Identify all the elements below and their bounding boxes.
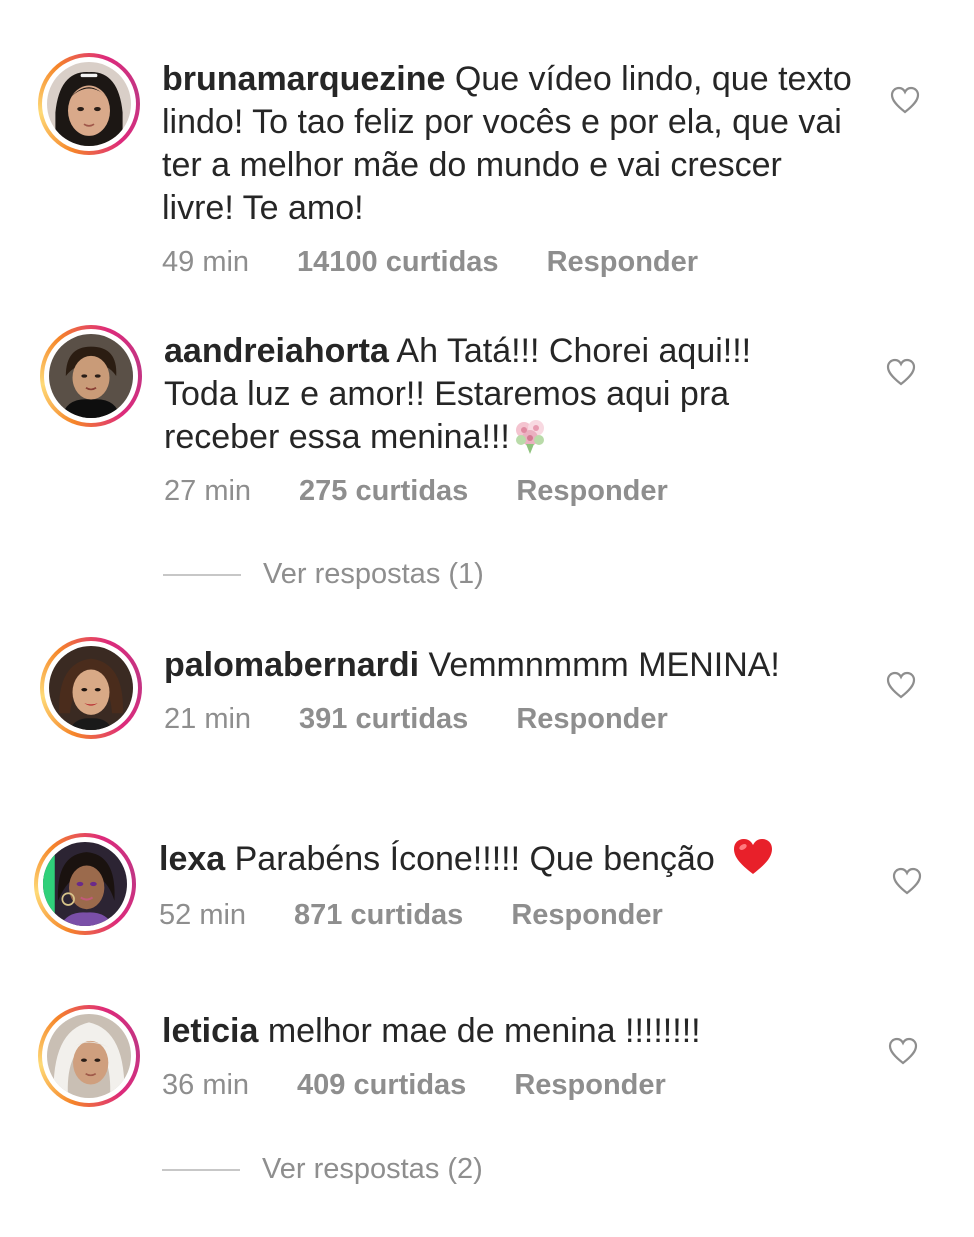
avatar — [49, 646, 133, 730]
comment-likes[interactable]: 391 curtidas — [299, 703, 468, 736]
comment-likes[interactable]: 275 curtidas — [299, 475, 468, 508]
comment-meta: 49 min 14100 curtidas Responder — [162, 246, 698, 279]
comment-body: Vemmnmmm MENINA! — [419, 646, 780, 684]
comment-text: palomabernardi Vemmnmmm MENINA! — [164, 644, 864, 687]
reply-button[interactable]: Responder — [516, 703, 667, 736]
avatar — [47, 1014, 131, 1098]
avatar-story-ring[interactable] — [40, 637, 142, 739]
view-replies-divider — [163, 573, 241, 576]
comment-likes[interactable]: 14100 curtidas — [297, 246, 499, 279]
comment-time: 36 min — [162, 1069, 250, 1101]
comment-body: melhor mae de menina !!!!!!!! — [258, 1012, 701, 1050]
view-replies-label: Ver respostas (1) — [263, 558, 484, 590]
heart-outline-icon[interactable] — [890, 86, 920, 114]
comment-text: aandreiahorta Ah Tatá!!! Chorei aqui!!! … — [164, 330, 824, 459]
avatar-story-ring[interactable] — [38, 53, 140, 155]
heart-outline-icon[interactable] — [892, 867, 922, 895]
comment-meta: 21 min 391 curtidas Responder — [164, 703, 668, 736]
comment-meta: 52 min 871 curtidas Responder — [159, 899, 663, 932]
comment-time: 52 min — [159, 899, 247, 931]
avatar — [49, 334, 133, 418]
comment-time: 21 min — [164, 703, 252, 735]
reply-button[interactable]: Responder — [547, 246, 698, 279]
avatar-story-ring[interactable] — [40, 325, 142, 427]
comment-username[interactable]: lexa — [159, 840, 225, 878]
comment-time: 49 min — [162, 246, 250, 278]
comment-likes[interactable]: 871 curtidas — [294, 899, 463, 932]
reply-button[interactable]: Responder — [514, 1069, 665, 1102]
avatar-story-ring[interactable] — [34, 833, 136, 935]
comment-username[interactable]: palomabernardi — [164, 646, 419, 684]
reply-button[interactable]: Responder — [516, 475, 667, 508]
avatar-story-ring[interactable] — [38, 1005, 140, 1107]
comment-likes[interactable]: 409 curtidas — [297, 1069, 466, 1102]
avatar — [47, 62, 131, 146]
comment-meta: 27 min 275 curtidas Responder — [164, 475, 668, 508]
comment-username[interactable]: aandreiahorta — [164, 332, 389, 370]
comment-meta: 36 min 409 curtidas Responder — [162, 1069, 666, 1102]
comment-text: lexa Parabéns Ícone!!!!! Que benção — [159, 838, 879, 881]
heart-outline-icon[interactable] — [886, 358, 916, 386]
bouquet-emoji-icon — [510, 416, 550, 456]
red-heart-emoji-icon — [732, 838, 774, 876]
view-replies-divider — [162, 1168, 240, 1171]
view-replies-label: Ver respostas (2) — [262, 1153, 483, 1185]
heart-outline-icon[interactable] — [888, 1037, 918, 1065]
view-replies-button[interactable]: Ver respostas (1) — [163, 558, 484, 591]
avatar — [43, 842, 127, 926]
comment-text: leticia melhor mae de menina !!!!!!!! — [162, 1010, 862, 1053]
heart-outline-icon[interactable] — [886, 671, 916, 699]
comment-text: brunamarquezine Que vídeo lindo, que tex… — [162, 58, 862, 230]
comment-username[interactable]: leticia — [162, 1012, 258, 1050]
comment-username[interactable]: brunamarquezine — [162, 60, 445, 98]
comment-body: Parabéns Ícone!!!!! Que benção — [225, 840, 725, 878]
comment-time: 27 min — [164, 475, 252, 507]
view-replies-button[interactable]: Ver respostas (2) — [162, 1153, 483, 1186]
reply-button[interactable]: Responder — [511, 899, 662, 932]
